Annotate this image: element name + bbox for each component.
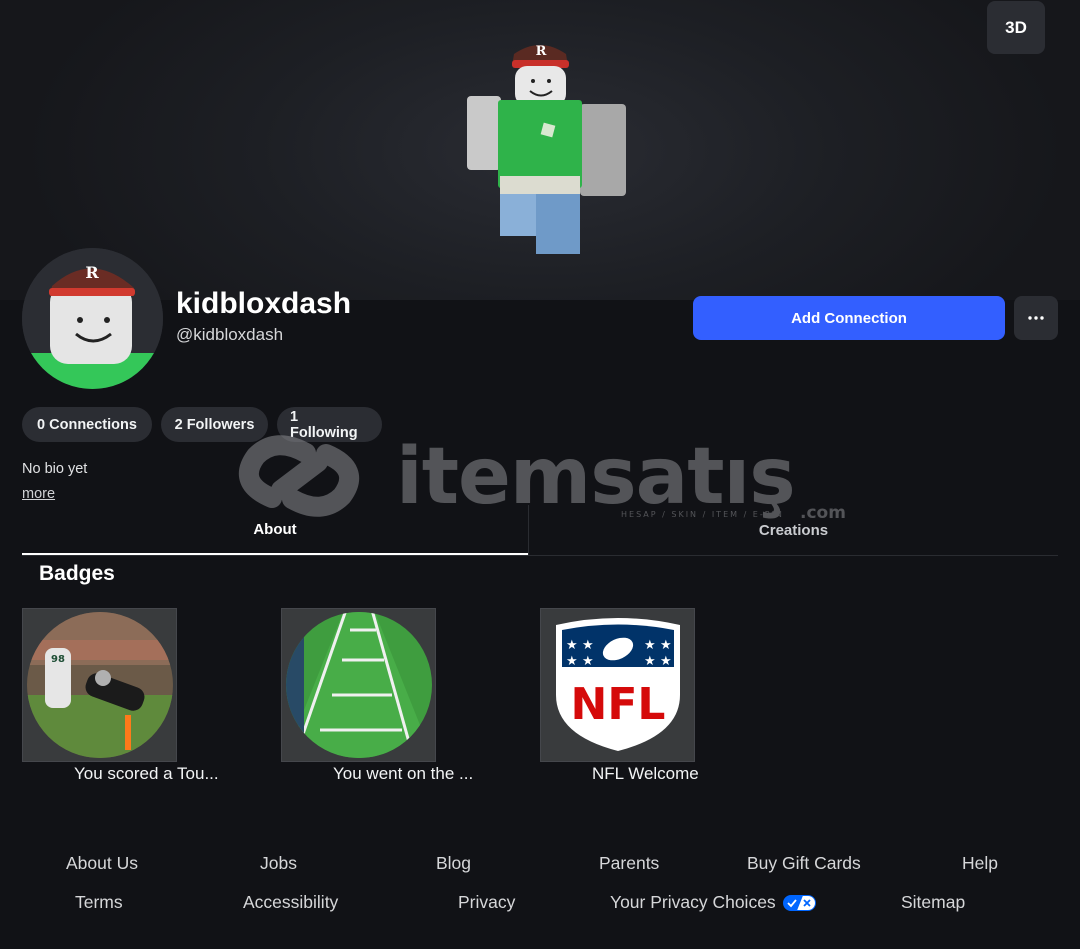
tab-divider bbox=[22, 555, 1058, 556]
badge-image: ★ ★ ★ ★ ★ ★ ★ ★ NFL bbox=[540, 608, 695, 762]
ellipsis-icon bbox=[1028, 316, 1044, 320]
svg-text:★: ★ bbox=[582, 654, 594, 669]
footer-link-sitemap[interactable]: Sitemap bbox=[901, 892, 965, 913]
bio-text: No bio yet bbox=[22, 461, 88, 477]
profile-page: 3D R R kidbloxdash @kidbloxdash Add Conn… bbox=[0, 0, 1080, 949]
touchdown-badge-icon: 98 bbox=[26, 612, 173, 758]
svg-text:★: ★ bbox=[644, 638, 656, 653]
footer-link-about-us[interactable]: About Us bbox=[66, 853, 138, 874]
footer-link-blog[interactable]: Blog bbox=[436, 853, 471, 874]
field-badge-icon bbox=[285, 612, 432, 758]
footer-link-privacy-choices[interactable]: Your Privacy Choices bbox=[610, 892, 816, 913]
svg-text:NFL: NFL bbox=[570, 679, 665, 730]
display-name: kidbloxdash bbox=[176, 287, 352, 320]
badge-name: NFL Welcome bbox=[592, 764, 699, 783]
badges-title: Badges bbox=[39, 562, 115, 585]
footer-link-privacy[interactable]: Privacy bbox=[458, 892, 515, 913]
badge-image: 98 bbox=[22, 608, 177, 762]
svg-text:★: ★ bbox=[644, 654, 656, 669]
badge-image bbox=[281, 608, 436, 762]
following-pill[interactable]: 1 Following bbox=[277, 407, 382, 442]
nfl-shield-icon: ★ ★ ★ ★ ★ ★ ★ ★ NFL bbox=[555, 618, 680, 751]
badge-name: You went on the ... bbox=[333, 764, 474, 783]
footer-link-help[interactable]: Help bbox=[962, 853, 998, 874]
svg-text:★: ★ bbox=[660, 638, 672, 653]
footer-link-buy-gift-cards[interactable]: Buy Gift Cards bbox=[747, 853, 861, 874]
footer-link-parents[interactable]: Parents bbox=[599, 853, 659, 874]
svg-text:★: ★ bbox=[582, 638, 594, 653]
badge-card[interactable]: You went on the ... bbox=[281, 608, 474, 784]
bio-more-link[interactable]: more bbox=[22, 486, 55, 502]
badge-name: You scored a Tou... bbox=[74, 764, 219, 783]
privacy-choices-label: Your Privacy Choices bbox=[610, 892, 776, 912]
svg-text:R: R bbox=[85, 263, 99, 282]
svg-text:★: ★ bbox=[566, 638, 578, 653]
footer-link-jobs[interactable]: Jobs bbox=[260, 853, 297, 874]
svg-text:98: 98 bbox=[51, 654, 65, 665]
connections-pill[interactable]: 0 Connections bbox=[22, 407, 152, 442]
avatar-showcase: 3D R bbox=[0, 0, 1080, 300]
footer-link-terms[interactable]: Terms bbox=[75, 892, 123, 913]
view-3d-button[interactable]: 3D bbox=[987, 1, 1045, 54]
badge-card[interactable]: 98 You scored a Tou... bbox=[22, 608, 219, 784]
followers-pill[interactable]: 2 Followers bbox=[161, 407, 268, 442]
tab-creations[interactable]: Creations bbox=[528, 505, 1058, 555]
privacy-choices-icon bbox=[782, 895, 816, 911]
avatar-3d-figure[interactable]: R bbox=[462, 36, 632, 258]
avatar-headshot-image: R bbox=[22, 248, 163, 389]
svg-text:★: ★ bbox=[660, 654, 672, 669]
tab-about[interactable]: About bbox=[22, 505, 528, 555]
username: @kidbloxdash bbox=[176, 325, 284, 344]
badge-card[interactable]: ★ ★ ★ ★ ★ ★ ★ ★ NFL NFL Welcome bbox=[540, 608, 699, 784]
svg-text:R: R bbox=[536, 44, 547, 59]
more-options-button[interactable] bbox=[1014, 296, 1058, 340]
add-connection-button[interactable]: Add Connection bbox=[693, 296, 1005, 340]
svg-text:★: ★ bbox=[566, 654, 578, 669]
avatar-headshot[interactable]: R bbox=[22, 248, 163, 389]
footer-link-accessibility[interactable]: Accessibility bbox=[243, 892, 338, 913]
